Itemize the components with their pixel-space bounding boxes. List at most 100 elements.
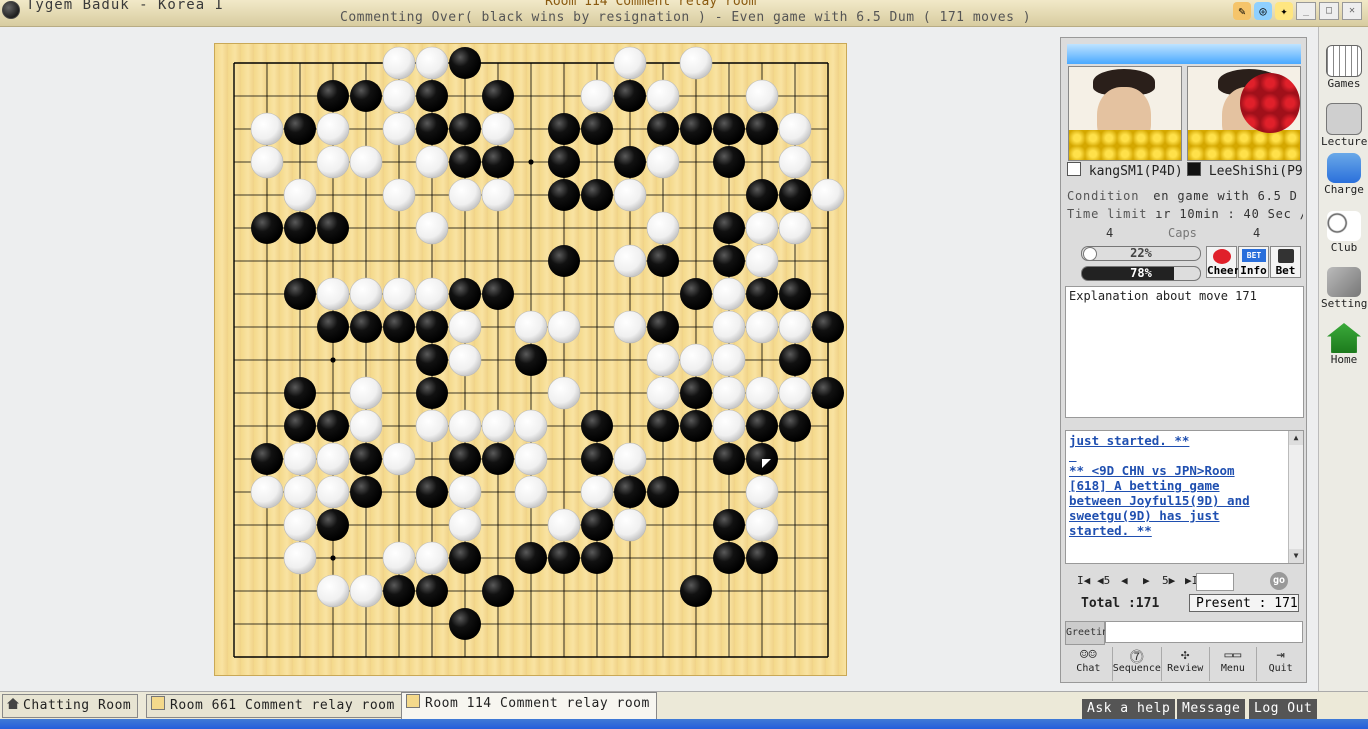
black-stone[interactable] xyxy=(614,476,646,508)
chat-line[interactable]: started. ** xyxy=(1069,523,1285,538)
move-explanation-box[interactable]: Explanation about move 171 xyxy=(1065,286,1304,418)
white-stone[interactable] xyxy=(250,475,284,509)
black-stone[interactable] xyxy=(581,542,613,574)
black-stone[interactable] xyxy=(779,179,811,211)
chat-line[interactable]: sweetgu(9D) has just xyxy=(1069,508,1285,523)
white-stone[interactable] xyxy=(349,145,383,179)
black-stone[interactable] xyxy=(284,377,316,409)
chat-scrollbar[interactable]: ▲ ▼ xyxy=(1288,431,1303,563)
white-stone[interactable] xyxy=(316,145,350,179)
white-stone[interactable] xyxy=(778,112,812,146)
white-stone[interactable] xyxy=(547,310,581,344)
black-stone[interactable] xyxy=(680,377,712,409)
black-stone[interactable] xyxy=(383,311,415,343)
white-stone[interactable] xyxy=(646,376,680,410)
black-stone[interactable] xyxy=(680,575,712,607)
pen-icon[interactable]: ✎ xyxy=(1233,2,1251,20)
white-stone[interactable] xyxy=(283,508,317,542)
next-move-button[interactable]: ▶ xyxy=(1143,574,1150,587)
black-stone[interactable] xyxy=(647,410,679,442)
scroll-down-arrow-icon[interactable]: ▼ xyxy=(1289,549,1303,563)
log-out-button[interactable]: Log Out xyxy=(1249,699,1318,719)
board-grid[interactable] xyxy=(215,44,848,677)
tab-chatting-room[interactable]: Chatting Room xyxy=(2,694,139,718)
black-stone[interactable] xyxy=(779,278,811,310)
white-stone[interactable] xyxy=(382,79,416,113)
white-stone[interactable] xyxy=(316,112,350,146)
black-stone[interactable] xyxy=(317,212,349,244)
tab-room-661[interactable]: Room 661 Comment relay room xyxy=(146,694,402,718)
chat-line[interactable]: just started. ** xyxy=(1069,433,1285,448)
sidebar-item-lecture[interactable]: Lecture xyxy=(1321,103,1367,148)
white-stone[interactable] xyxy=(415,211,449,245)
white-stone[interactable] xyxy=(646,343,680,377)
black-stone[interactable] xyxy=(317,509,349,541)
white-stone[interactable] xyxy=(349,277,383,311)
white-stone[interactable] xyxy=(811,178,845,212)
white-stone[interactable] xyxy=(646,211,680,245)
chat-line[interactable] xyxy=(1069,448,1285,463)
first-move-button[interactable]: I◀ xyxy=(1077,574,1090,587)
black-stone[interactable] xyxy=(284,113,316,145)
white-stone[interactable] xyxy=(382,112,416,146)
black-stone[interactable] xyxy=(779,410,811,442)
white-stone[interactable] xyxy=(448,409,482,443)
black-stone[interactable] xyxy=(713,113,745,145)
black-stone[interactable] xyxy=(482,80,514,112)
black-stone[interactable] xyxy=(680,113,712,145)
white-stone[interactable] xyxy=(745,79,779,113)
close-button[interactable]: ✕ xyxy=(1342,2,1362,20)
black-stone[interactable] xyxy=(713,542,745,574)
white-stone[interactable] xyxy=(679,46,713,80)
white-player-name[interactable]: kangSM1(P4D) xyxy=(1089,164,1183,179)
search-icon[interactable]: ◎ xyxy=(1254,2,1272,20)
white-stone[interactable] xyxy=(316,574,350,608)
prev-move-button[interactable]: ◀ xyxy=(1121,574,1128,587)
black-stone[interactable] xyxy=(812,377,844,409)
white-stone[interactable] xyxy=(613,46,647,80)
sidebar-item-setting[interactable]: Setting xyxy=(1321,267,1367,310)
black-stone[interactable] xyxy=(251,443,283,475)
bet-button[interactable]: Bet xyxy=(1270,246,1301,278)
forward-5-button[interactable]: 5▶ xyxy=(1162,574,1175,587)
white-stone[interactable] xyxy=(778,376,812,410)
white-stone[interactable] xyxy=(415,46,449,80)
black-stone[interactable] xyxy=(548,113,580,145)
black-stone[interactable] xyxy=(482,278,514,310)
chat-line[interactable]: ** <9D CHN vs JPN>Room xyxy=(1069,463,1285,478)
black-stone[interactable] xyxy=(449,113,481,145)
white-stone[interactable] xyxy=(283,541,317,575)
move-number-input[interactable] xyxy=(1196,573,1234,591)
black-stone[interactable] xyxy=(515,344,547,376)
chat-log[interactable]: just started. ** ** <9D CHN vs JPN>Room[… xyxy=(1065,430,1304,564)
white-stone[interactable] xyxy=(250,112,284,146)
white-stone[interactable] xyxy=(448,310,482,344)
white-stone[interactable] xyxy=(349,574,383,608)
white-stone[interactable] xyxy=(778,211,812,245)
white-stone[interactable] xyxy=(415,409,449,443)
white-stone[interactable] xyxy=(448,178,482,212)
info-button[interactable]: BET Info xyxy=(1238,246,1269,278)
black-stone[interactable] xyxy=(548,146,580,178)
white-stone[interactable] xyxy=(745,508,779,542)
black-stone[interactable] xyxy=(548,245,580,277)
black-stone[interactable] xyxy=(284,212,316,244)
chat-button[interactable]: ☺☺ Chat xyxy=(1065,647,1113,681)
black-stone[interactable] xyxy=(746,278,778,310)
black-stone[interactable] xyxy=(680,278,712,310)
black-stone[interactable] xyxy=(350,443,382,475)
lightbulb-icon[interactable]: ✦ xyxy=(1275,2,1293,20)
white-stone[interactable] xyxy=(745,244,779,278)
black-stone[interactable] xyxy=(581,443,613,475)
white-stone[interactable] xyxy=(382,442,416,476)
white-stone[interactable] xyxy=(745,376,779,410)
white-stone[interactable] xyxy=(382,46,416,80)
white-stone[interactable] xyxy=(547,376,581,410)
greeting-input[interactable] xyxy=(1105,621,1303,643)
black-stone[interactable] xyxy=(350,311,382,343)
white-stone[interactable] xyxy=(448,475,482,509)
black-stone[interactable] xyxy=(317,311,349,343)
white-stone[interactable] xyxy=(745,310,779,344)
white-stone[interactable] xyxy=(646,79,680,113)
message-button[interactable]: Message xyxy=(1177,699,1246,719)
